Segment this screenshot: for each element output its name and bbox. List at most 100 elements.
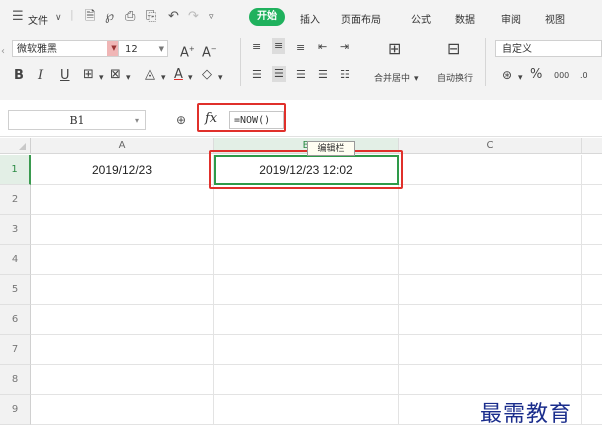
name-box[interactable]: B1 ▾ bbox=[8, 110, 146, 130]
select-all-corner[interactable] bbox=[0, 138, 31, 154]
tab-page-layout[interactable]: 页面布局 bbox=[341, 11, 381, 26]
grid-cell[interactable] bbox=[31, 245, 214, 275]
grid-cell[interactable] bbox=[582, 155, 602, 185]
row-header-8[interactable]: 8 bbox=[0, 365, 31, 395]
grid-cell[interactable] bbox=[214, 245, 399, 275]
row-header-7[interactable]: 7 bbox=[0, 335, 31, 365]
number-format-select[interactable]: 自定义 bbox=[495, 40, 602, 57]
grid-cell[interactable] bbox=[214, 395, 399, 425]
tab-view[interactable]: 视图 bbox=[545, 11, 565, 26]
open-icon[interactable]: ℘ bbox=[105, 10, 114, 24]
file-menu[interactable]: 文件 bbox=[28, 12, 48, 27]
grid-cell[interactable] bbox=[31, 365, 214, 395]
grid-cell[interactable] bbox=[214, 305, 399, 335]
undo-icon[interactable]: ↶ bbox=[168, 10, 179, 24]
column-header-a[interactable]: A bbox=[31, 138, 214, 154]
hamburger-menu-icon[interactable]: ☰ bbox=[12, 10, 24, 24]
wrap-text-label[interactable]: 自动换行 bbox=[437, 71, 473, 87]
row-header-3[interactable]: 3 bbox=[0, 215, 31, 245]
chevron-down-icon[interactable]: ▾ bbox=[126, 70, 131, 86]
bold-icon[interactable]: B bbox=[14, 68, 24, 84]
justify-icon[interactable]: ☰ bbox=[318, 67, 328, 83]
align-right-icon[interactable]: ☰ bbox=[296, 67, 306, 83]
grid-cell[interactable] bbox=[214, 185, 399, 215]
grid-cell[interactable] bbox=[399, 215, 582, 245]
print-icon[interactable]: ⎙ bbox=[125, 10, 135, 24]
grid-cell[interactable] bbox=[399, 245, 582, 275]
grid-cell[interactable] bbox=[214, 335, 399, 365]
thousands-separator-icon[interactable]: 000 bbox=[554, 68, 569, 84]
grid-cell[interactable] bbox=[399, 365, 582, 395]
grid-cell[interactable] bbox=[214, 365, 399, 395]
decrease-font-icon[interactable]: A− bbox=[202, 41, 217, 61]
grid-cell[interactable] bbox=[582, 275, 602, 305]
column-header-c[interactable]: C bbox=[399, 138, 582, 154]
align-bottom-icon[interactable]: ≡ bbox=[296, 40, 305, 56]
grid-cell[interactable] bbox=[399, 155, 582, 185]
chevron-down-icon[interactable]: ▾ bbox=[99, 70, 104, 86]
grid-cell[interactable] bbox=[399, 335, 582, 365]
cell-a1[interactable]: 2019/12/23 bbox=[31, 155, 214, 185]
grid-cell[interactable] bbox=[31, 305, 214, 335]
wrap-text-icon[interactable]: ⊟ bbox=[447, 41, 460, 57]
decimal-increase-icon[interactable]: .0 bbox=[580, 68, 588, 84]
align-center-icon[interactable]: ☰ bbox=[272, 66, 286, 82]
row-header-4[interactable]: 4 bbox=[0, 245, 31, 275]
save-icon[interactable]: 🗎 bbox=[85, 10, 95, 24]
grid-cell[interactable] bbox=[582, 185, 602, 215]
distributed-align-icon[interactable]: ☷ bbox=[340, 67, 350, 83]
grid-cell[interactable] bbox=[31, 185, 214, 215]
percent-icon[interactable]: % bbox=[530, 67, 542, 83]
grid-cell[interactable] bbox=[214, 215, 399, 245]
chevron-down-icon[interactable]: ▾ bbox=[161, 70, 166, 86]
font-name-select[interactable]: 微软雅黑 ▼ bbox=[12, 40, 122, 57]
zoom-icon[interactable]: ⊕ bbox=[176, 113, 186, 127]
tab-data[interactable]: 数据 bbox=[455, 11, 475, 26]
print-preview-icon[interactable]: ⎘ bbox=[146, 10, 156, 24]
merge-center-icon[interactable]: ⊞ bbox=[388, 41, 401, 57]
increase-font-icon[interactable]: A+ bbox=[180, 41, 195, 61]
align-left-icon[interactable]: ☰ bbox=[252, 67, 262, 83]
grid-cell[interactable] bbox=[582, 245, 602, 275]
tab-review[interactable]: 审阅 bbox=[501, 11, 521, 26]
fill-pattern-icon[interactable]: ⊠ bbox=[110, 67, 121, 83]
chevron-down-icon[interactable]: ▾ bbox=[188, 70, 193, 86]
tab-formulas[interactable]: 公式 bbox=[411, 11, 431, 26]
grid-cell[interactable] bbox=[582, 395, 602, 425]
align-top-icon[interactable]: ≡ bbox=[252, 39, 261, 55]
chevron-down-icon[interactable]: ▾ bbox=[414, 71, 419, 87]
grid-cell[interactable] bbox=[582, 335, 602, 365]
italic-icon[interactable]: I bbox=[38, 68, 43, 84]
decrease-indent-icon[interactable]: ⇤ bbox=[318, 39, 327, 55]
fill-color-icon[interactable]: ◬ bbox=[145, 67, 155, 83]
row-header-2[interactable]: 2 bbox=[0, 185, 31, 215]
merge-center-label[interactable]: 合并居中 bbox=[374, 71, 410, 87]
grid-cell[interactable] bbox=[399, 275, 582, 305]
chevron-down-icon[interactable]: ▼ bbox=[159, 41, 164, 58]
eraser-icon[interactable]: ◇ bbox=[202, 67, 212, 83]
grid-cell[interactable] bbox=[31, 275, 214, 305]
tab-insert[interactable]: 插入 bbox=[300, 11, 320, 26]
chevron-down-icon[interactable]: ▾ bbox=[518, 70, 523, 86]
grid-cell[interactable] bbox=[582, 305, 602, 335]
chevron-down-icon[interactable]: ▾ bbox=[218, 70, 223, 86]
row-header-5[interactable]: 5 bbox=[0, 275, 31, 305]
redo-icon[interactable]: ↷ bbox=[188, 10, 199, 24]
increase-indent-icon[interactable]: ⇥ bbox=[340, 39, 349, 55]
grid-cell[interactable] bbox=[31, 335, 214, 365]
chevron-down-icon[interactable]: ∨ bbox=[55, 11, 62, 25]
font-size-select[interactable]: 12 ▼ bbox=[118, 40, 168, 57]
grid-cell[interactable] bbox=[31, 395, 214, 425]
tab-home[interactable]: 开始 bbox=[249, 8, 285, 26]
row-header-1[interactable]: 1 bbox=[0, 155, 31, 185]
currency-icon[interactable]: ⊛ bbox=[502, 67, 512, 83]
grid-cell[interactable] bbox=[31, 215, 214, 245]
quick-access-dropdown-icon[interactable]: ▿ bbox=[209, 10, 214, 24]
grid-cell[interactable] bbox=[582, 215, 602, 245]
row-header-9[interactable]: 9 bbox=[0, 395, 31, 425]
row-header-6[interactable]: 6 bbox=[0, 305, 31, 335]
border-icon[interactable]: ⊞ bbox=[83, 67, 94, 83]
grid-cell[interactable] bbox=[399, 305, 582, 335]
grid-cell[interactable] bbox=[582, 365, 602, 395]
grid-cell[interactable] bbox=[214, 275, 399, 305]
